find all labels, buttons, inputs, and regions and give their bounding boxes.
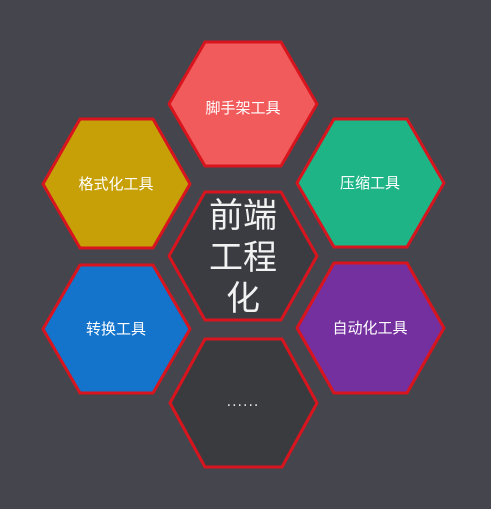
hex-compress: 压缩工具	[295, 117, 446, 249]
hex-convert-label: 转换工具	[86, 320, 146, 338]
hex-more-label: ......	[227, 394, 260, 410]
hex-format-label: 格式化工具	[78, 175, 153, 193]
hex-automation: 自动化工具	[295, 261, 446, 395]
center-title-line-2: 工程	[209, 238, 277, 278]
center-title-line-1: 前端	[209, 196, 277, 236]
hex-scaffold-label: 脚手架工具	[205, 99, 280, 117]
center-title-line-3: 化	[226, 279, 260, 319]
hex-automation-label: 自动化工具	[332, 319, 407, 337]
hex-format: 格式化工具	[41, 117, 192, 250]
hex-convert: 转换工具	[41, 263, 192, 395]
hex-scaffold: 脚手架工具	[167, 40, 319, 168]
hex-center: 前端 工程 化	[167, 190, 319, 322]
hex-more: ......	[168, 337, 319, 469]
frontend-engineering-diagram: 脚手架工具 格式化工具 压缩工具 转换工具 自动化工具 ...... 前端 工程…	[41, 40, 446, 469]
hex-compress-label: 压缩工具	[340, 174, 400, 192]
